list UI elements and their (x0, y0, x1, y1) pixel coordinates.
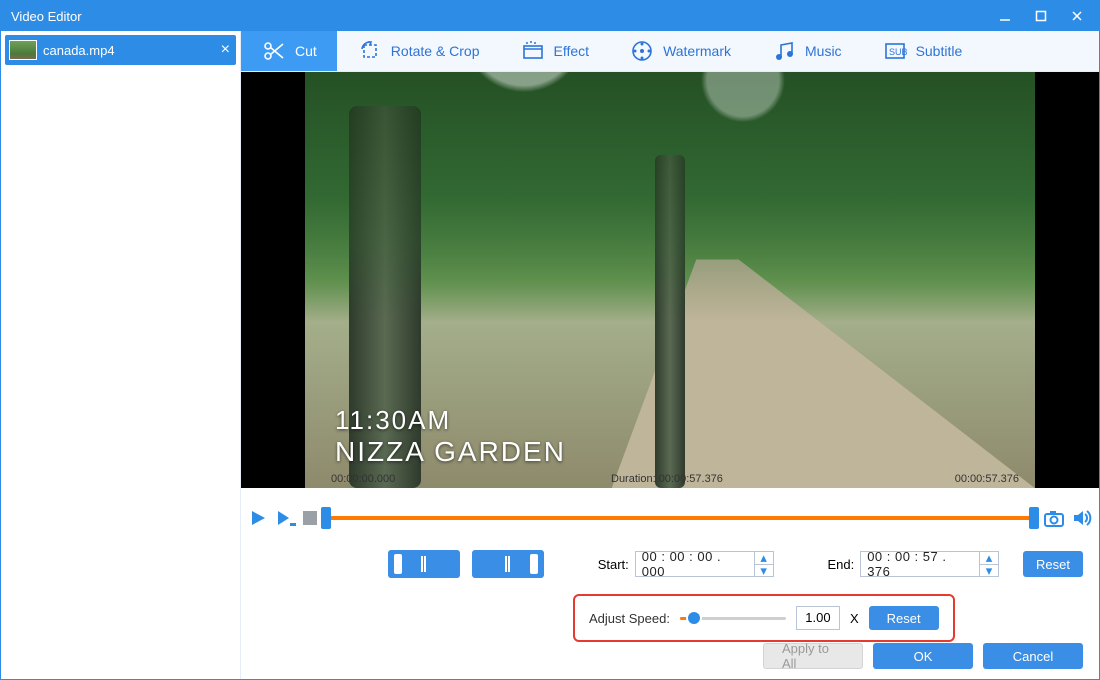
transport-end-time: 00:00:57.376 (955, 473, 1019, 485)
subtitle-icon: SUB (882, 38, 908, 64)
reset-cut-button[interactable]: Reset (1023, 551, 1083, 577)
tab-music-label: Music (805, 43, 842, 59)
timeline-slider[interactable] (323, 507, 1037, 529)
cancel-button[interactable]: Cancel (983, 643, 1083, 669)
adjust-speed-group: Adjust Speed: 1.00 X Reset (573, 594, 955, 642)
speed-value-input[interactable]: 1.00 (796, 606, 840, 630)
rotate-icon (357, 38, 383, 64)
speed-label: Adjust Speed: (589, 611, 670, 626)
speed-unit: X (850, 611, 859, 626)
set-end-button[interactable] (472, 550, 544, 578)
close-window-button[interactable] (1059, 1, 1095, 31)
volume-icon (1072, 508, 1092, 528)
transport-area: 00:00:00.000 Duration: 00:00:57.376 00:0… (241, 488, 1099, 534)
start-time-value: 00 : 00 : 00 . 000 (636, 549, 754, 579)
play-segment-icon (275, 508, 297, 528)
music-icon (771, 38, 797, 64)
window-buttons (987, 1, 1095, 31)
play-button[interactable] (247, 507, 269, 529)
minimize-icon (998, 9, 1012, 23)
ok-button[interactable]: OK (873, 643, 973, 669)
speed-slider-knob[interactable] (688, 612, 700, 624)
footer-buttons: Apply to All OK Cancel (763, 643, 1083, 669)
watermark-icon (629, 38, 655, 64)
reset-speed-button[interactable]: Reset (869, 606, 939, 630)
snapshot-button[interactable] (1043, 507, 1065, 529)
toolbar: Cut Rotate & Crop Effect (241, 31, 1099, 72)
file-name: canada.mp4 (43, 43, 215, 58)
start-label: Start: (598, 557, 629, 572)
tab-rotate-label: Rotate & Crop (391, 43, 480, 59)
overlay-place: NIZZA GARDEN (335, 436, 566, 468)
end-time-group: End: 00 : 00 : 57 . 376 ▴ ▾ (827, 551, 999, 577)
set-start-button[interactable] (388, 550, 460, 578)
start-time-spinner: ▴ ▾ (754, 552, 773, 577)
start-time-group: Start: 00 : 00 : 00 . 000 ▴ ▾ (598, 551, 774, 577)
video-overlay-text: 11:30AM NIZZA GARDEN (335, 405, 566, 468)
maximize-button[interactable] (1023, 1, 1059, 31)
close-icon (1070, 9, 1084, 23)
tab-effect[interactable]: Effect (500, 31, 610, 71)
end-label: End: (827, 557, 854, 572)
play-icon (248, 508, 268, 528)
tab-cut-label: Cut (295, 43, 317, 59)
volume-button[interactable] (1071, 507, 1093, 529)
overlay-time: 11:30AM (335, 405, 566, 436)
file-tab[interactable]: canada.mp4 × (5, 35, 236, 65)
minimize-button[interactable] (987, 1, 1023, 31)
end-spin-down[interactable]: ▾ (980, 564, 998, 577)
start-spin-down[interactable]: ▾ (755, 564, 773, 577)
tab-watermark[interactable]: Watermark (609, 31, 751, 71)
main: Cut Rotate & Crop Effect (241, 31, 1099, 679)
timeline-handle-start[interactable] (321, 507, 331, 529)
end-time-value: 00 : 00 : 57 . 376 (861, 549, 979, 579)
tab-effect-label: Effect (554, 43, 590, 59)
video-preview[interactable]: 11:30AM NIZZA GARDEN (305, 72, 1035, 488)
transport-start-time: 00:00:00.000 (331, 473, 395, 485)
svg-text:SUB: SUB (889, 47, 907, 57)
body: canada.mp4 × Cut Rotate & Crop (1, 31, 1099, 679)
camera-icon (1043, 508, 1065, 528)
maximize-icon (1034, 9, 1048, 23)
end-time-spinner: ▴ ▾ (979, 552, 998, 577)
file-thumbnail (9, 40, 37, 60)
app-window: Video Editor canada.mp4 × (0, 0, 1100, 680)
file-tab-close[interactable]: × (221, 42, 230, 58)
tab-cut[interactable]: Cut (241, 31, 337, 71)
controls-panel: Start: 00 : 00 : 00 . 000 ▴ ▾ End: (241, 534, 1099, 679)
tab-music[interactable]: Music (751, 31, 862, 71)
play-segment-button[interactable] (275, 507, 297, 529)
scissors-icon (261, 38, 287, 64)
tab-watermark-label: Watermark (663, 43, 731, 59)
apply-all-button[interactable]: Apply to All (763, 643, 863, 669)
timeline-track (323, 516, 1037, 520)
preview-container: 11:30AM NIZZA GARDEN (241, 72, 1099, 488)
transport-duration: Duration: 00:00:57.376 (611, 473, 723, 485)
sidebar: canada.mp4 × (1, 31, 241, 679)
speed-slider[interactable] (680, 610, 786, 626)
start-time-input[interactable]: 00 : 00 : 00 . 000 ▴ ▾ (635, 551, 774, 577)
tab-subtitle[interactable]: SUB Subtitle (862, 31, 983, 71)
titlebar: Video Editor (1, 1, 1099, 31)
end-time-input[interactable]: 00 : 00 : 57 . 376 ▴ ▾ (860, 551, 999, 577)
timeline-handle-end[interactable] (1029, 507, 1039, 529)
stop-button[interactable] (303, 511, 317, 525)
tab-subtitle-label: Subtitle (916, 43, 963, 59)
tab-rotate-crop[interactable]: Rotate & Crop (337, 31, 500, 71)
window-title: Video Editor (11, 9, 987, 24)
effect-icon (520, 38, 546, 64)
